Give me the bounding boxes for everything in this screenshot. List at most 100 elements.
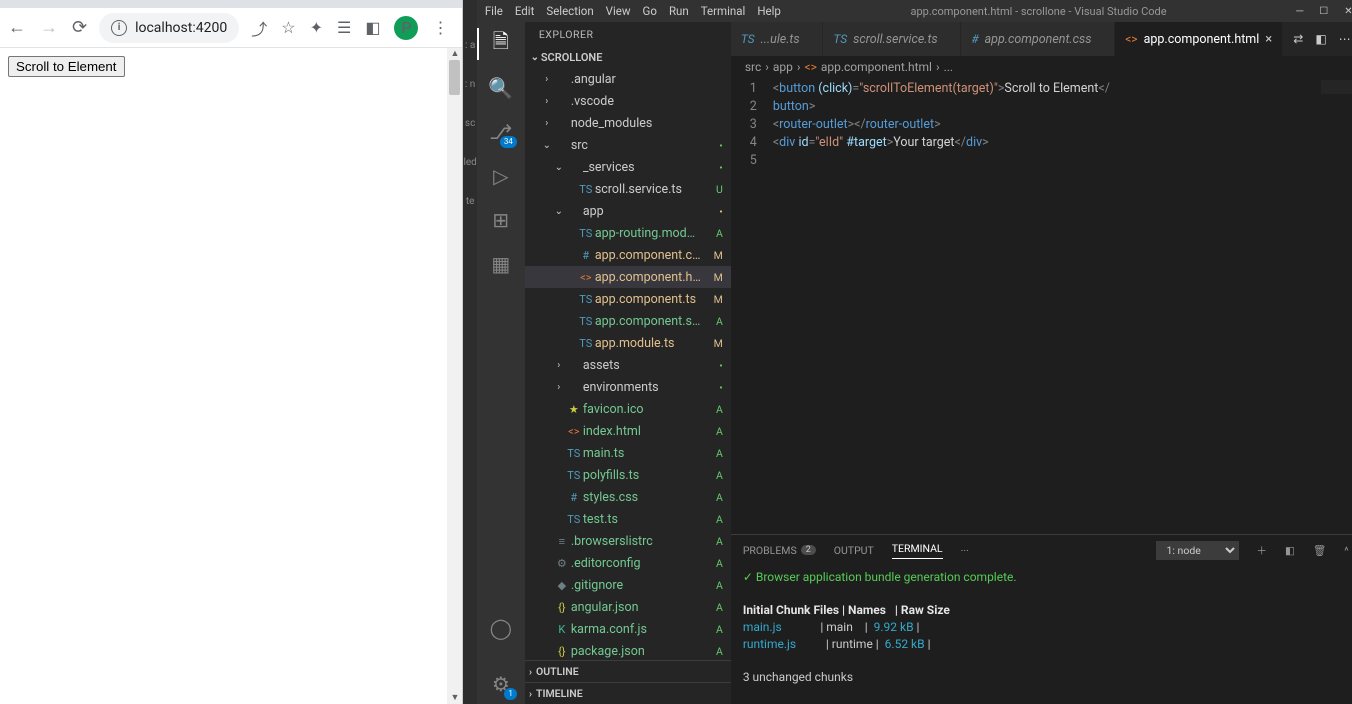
- tab-terminal[interactable]: TERMINAL: [892, 542, 943, 559]
- outline-section[interactable]: ›OUTLINE: [525, 660, 731, 682]
- menu-selection[interactable]: Selection: [546, 4, 593, 18]
- forward-icon[interactable]: →: [40, 17, 58, 38]
- minimize-icon[interactable]: ─: [1296, 6, 1303, 17]
- tree-item[interactable]: TSapp-routing.module.tsA: [525, 222, 731, 244]
- tree-item[interactable]: {}angular.jsonA: [525, 596, 731, 618]
- bookmark-icon[interactable]: ☆: [281, 18, 295, 37]
- menu-go[interactable]: Go: [643, 4, 657, 18]
- scm-icon[interactable]: ⎇34: [489, 120, 513, 144]
- tree-item[interactable]: TSmain.tsA: [525, 442, 731, 464]
- tree-item[interactable]: Kkarma.conf.jsA: [525, 618, 731, 640]
- timeline-section[interactable]: ›TIMELINE: [525, 682, 731, 704]
- tree-item[interactable]: ◆.gitignoreA: [525, 574, 731, 596]
- run-debug-icon[interactable]: ▷: [489, 164, 513, 188]
- explorer-icon[interactable]: 🗎: [489, 32, 513, 56]
- reading-list-icon[interactable]: ☰: [337, 18, 351, 37]
- tree-item[interactable]: {}package.jsonA: [525, 640, 731, 660]
- extensions-icon[interactable]: ✦: [310, 18, 323, 37]
- toolbar-actions: ⤴ ☆ ✦ ☰ ◧ P ⋮: [251, 16, 454, 40]
- tree-item[interactable]: TSapp.module.tsM: [525, 332, 731, 354]
- breadcrumb[interactable]: src› app› <>app.component.html› ...: [731, 56, 1352, 78]
- tree-item[interactable]: <>index.htmlA: [525, 420, 731, 442]
- tab-more[interactable]: ···: [961, 544, 969, 557]
- profile-avatar[interactable]: P: [394, 16, 418, 40]
- account-icon[interactable]: ◯: [489, 616, 513, 640]
- site-info-icon[interactable]: i: [111, 20, 127, 36]
- menu-edit[interactable]: Edit: [515, 4, 534, 18]
- editor-tab[interactable]: TS...ule.ts×: [731, 22, 824, 56]
- url-text: localhost:4200: [135, 20, 227, 36]
- scroll-down-icon[interactable]: ▼: [447, 692, 462, 704]
- tree-item[interactable]: ›node_modules: [525, 112, 731, 134]
- compare-icon[interactable]: ⇄: [1293, 32, 1303, 46]
- tree-item[interactable]: ⌄src•: [525, 134, 731, 156]
- activity-bar: 🗎 🔍 ⎇34 ▷ ⊞ ▦ ◯ ⚙1: [477, 22, 525, 704]
- chevron-right-icon: ›: [529, 687, 532, 700]
- tree-item[interactable]: ★favicon.icoA: [525, 398, 731, 420]
- scroll-up-icon[interactable]: ▲: [447, 48, 462, 60]
- code-content[interactable]: <button (click)="scrollToElement(target)…: [769, 78, 1352, 534]
- maximize-icon[interactable]: ☐: [1319, 6, 1328, 17]
- more-icon[interactable]: ⋯: [1339, 32, 1351, 46]
- tree-item[interactable]: ⌄app•: [525, 200, 731, 222]
- tree-item[interactable]: #app.component.cssM: [525, 244, 731, 266]
- tree-item[interactable]: TSapp.component.spec.tsA: [525, 310, 731, 332]
- menu-view[interactable]: View: [606, 4, 631, 18]
- extensions-icon[interactable]: ⊞: [489, 208, 513, 232]
- address-bar[interactable]: i localhost:4200: [99, 13, 239, 43]
- nav-buttons: ← → ⟳: [8, 17, 87, 38]
- menu-help[interactable]: Help: [757, 4, 781, 18]
- tab-output[interactable]: OUTPUT: [834, 544, 874, 557]
- tree-item[interactable]: TStest.tsA: [525, 508, 731, 530]
- code-editor[interactable]: 12345 <button (click)="scrollToElement(t…: [731, 78, 1352, 534]
- reload-icon[interactable]: ⟳: [72, 17, 87, 38]
- menu-icon[interactable]: ⋮: [432, 18, 448, 37]
- browser-window: ← → ⟳ i localhost:4200 ⤴ ☆ ✦ ☰ ◧ P ⋮ Scr…: [0, 0, 463, 704]
- editor-tab[interactable]: <>app.component.html×: [1115, 22, 1283, 56]
- tree-item[interactable]: ›.angular: [525, 68, 731, 90]
- tree-item[interactable]: TSscroll.service.tsU: [525, 178, 731, 200]
- tree-item[interactable]: ≡.browserslistrcA: [525, 530, 731, 552]
- layout-icon[interactable]: ▦: [489, 252, 513, 276]
- scrollbar[interactable]: ▲ ▼: [447, 48, 462, 704]
- menubar: File Edit Selection View Go Run Terminal Help: [485, 4, 781, 18]
- window-title: app.component.html - scrollone - Visual …: [781, 5, 1296, 18]
- new-terminal-icon[interactable]: ＋: [1257, 543, 1268, 558]
- minimap[interactable]: [1321, 80, 1352, 94]
- scroll-thumb[interactable]: [449, 60, 460, 95]
- side-panel-icon[interactable]: ◧: [365, 18, 380, 37]
- menu-terminal[interactable]: Terminal: [701, 4, 746, 18]
- close-icon[interactable]: ✕: [1344, 6, 1352, 17]
- tree-item[interactable]: TSapp.component.tsM: [525, 288, 731, 310]
- project-root[interactable]: ⌄ SCROLLONE: [525, 46, 731, 68]
- terminal-selector[interactable]: 1: node: [1156, 541, 1239, 560]
- tree-item[interactable]: ›assets•: [525, 354, 731, 376]
- vscode-body: 🗎 🔍 ⎇34 ▷ ⊞ ▦ ◯ ⚙1 EXPLORER ⌄ SCROLLONE …: [477, 22, 1352, 704]
- terminal-output[interactable]: ✓ Browser application bundle generation …: [731, 565, 1352, 704]
- scroll-to-element-button[interactable]: Scroll to Element: [8, 56, 125, 77]
- tree-item[interactable]: ›environments•: [525, 376, 731, 398]
- tree-item[interactable]: <>app.component.htmlM: [525, 266, 731, 288]
- tree-item[interactable]: TSpolyfills.tsA: [525, 464, 731, 486]
- kill-terminal-icon[interactable]: 🗑: [1313, 544, 1326, 557]
- tree-item[interactable]: #styles.cssA: [525, 486, 731, 508]
- line-gutter: 12345: [731, 78, 769, 534]
- split-terminal-icon[interactable]: ◧: [1285, 544, 1295, 557]
- share-icon[interactable]: ⤴: [251, 16, 267, 40]
- close-tab-icon[interactable]: ×: [1265, 32, 1272, 47]
- settings-icon[interactable]: ⚙1: [489, 672, 513, 696]
- vscode-window: File Edit Selection View Go Run Terminal Help a…: [477, 0, 1352, 704]
- tree-item[interactable]: ⌄_services•: [525, 156, 731, 178]
- editor-tab[interactable]: TSscroll.service.ts×: [823, 22, 961, 56]
- split-icon[interactable]: ◧: [1315, 32, 1326, 46]
- tab-problems[interactable]: PROBLEMS2: [743, 544, 816, 557]
- menu-file[interactable]: File: [485, 4, 503, 18]
- panel-maximize-icon[interactable]: ^: [1344, 544, 1348, 557]
- tree-item[interactable]: ›.vscode: [525, 90, 731, 112]
- editor-tab[interactable]: #app.component.css×: [961, 22, 1115, 56]
- panel-tabs: PROBLEMS2 OUTPUT TERMINAL ··· 1: node ＋ …: [731, 535, 1352, 565]
- search-icon[interactable]: 🔍: [489, 76, 513, 100]
- back-icon[interactable]: ←: [8, 17, 26, 38]
- menu-run[interactable]: Run: [669, 4, 689, 18]
- tree-item[interactable]: ⚙.editorconfigA: [525, 552, 731, 574]
